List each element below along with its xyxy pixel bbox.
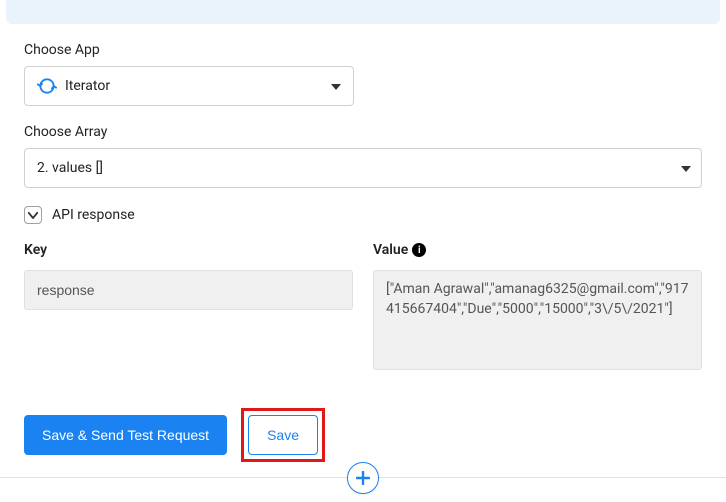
save-highlight: Save — [241, 408, 325, 462]
info-icon[interactable]: i — [412, 243, 426, 257]
api-response-label: API response — [52, 207, 135, 223]
key-label: Key — [24, 242, 353, 258]
add-step-button[interactable] — [347, 462, 379, 494]
choose-array-label: Choose Array — [24, 124, 702, 140]
value-textarea[interactable] — [373, 270, 702, 370]
save-button[interactable]: Save — [248, 415, 318, 455]
top-header-bar — [6, 0, 720, 24]
plus-icon — [356, 471, 370, 485]
main-panel: Choose App Iterator Choose Array 2. valu… — [0, 24, 726, 502]
key-value-columns: Key Value i — [24, 242, 702, 374]
iterator-icon — [37, 76, 57, 96]
api-response-checkbox[interactable] — [24, 206, 42, 224]
caret-down-icon — [331, 78, 341, 94]
button-row: Save & Send Test Request Save — [24, 408, 702, 462]
api-response-row: API response — [24, 206, 702, 224]
value-label-text: Value — [373, 242, 408, 258]
key-column: Key — [24, 242, 353, 374]
array-select-value: 2. values [] — [37, 160, 103, 176]
app-select-value: Iterator — [65, 78, 341, 94]
value-label: Value i — [373, 242, 702, 258]
save-send-test-button[interactable]: Save & Send Test Request — [24, 415, 227, 455]
choose-app-section: Choose App Iterator — [24, 42, 702, 106]
value-column: Value i — [373, 242, 702, 374]
key-input[interactable] — [24, 270, 353, 310]
array-select[interactable]: 2. values [] — [24, 148, 702, 188]
caret-down-icon — [681, 160, 691, 176]
app-select[interactable]: Iterator — [24, 66, 354, 106]
choose-app-label: Choose App — [24, 42, 702, 58]
choose-array-section: Choose Array 2. values [] — [24, 124, 702, 188]
